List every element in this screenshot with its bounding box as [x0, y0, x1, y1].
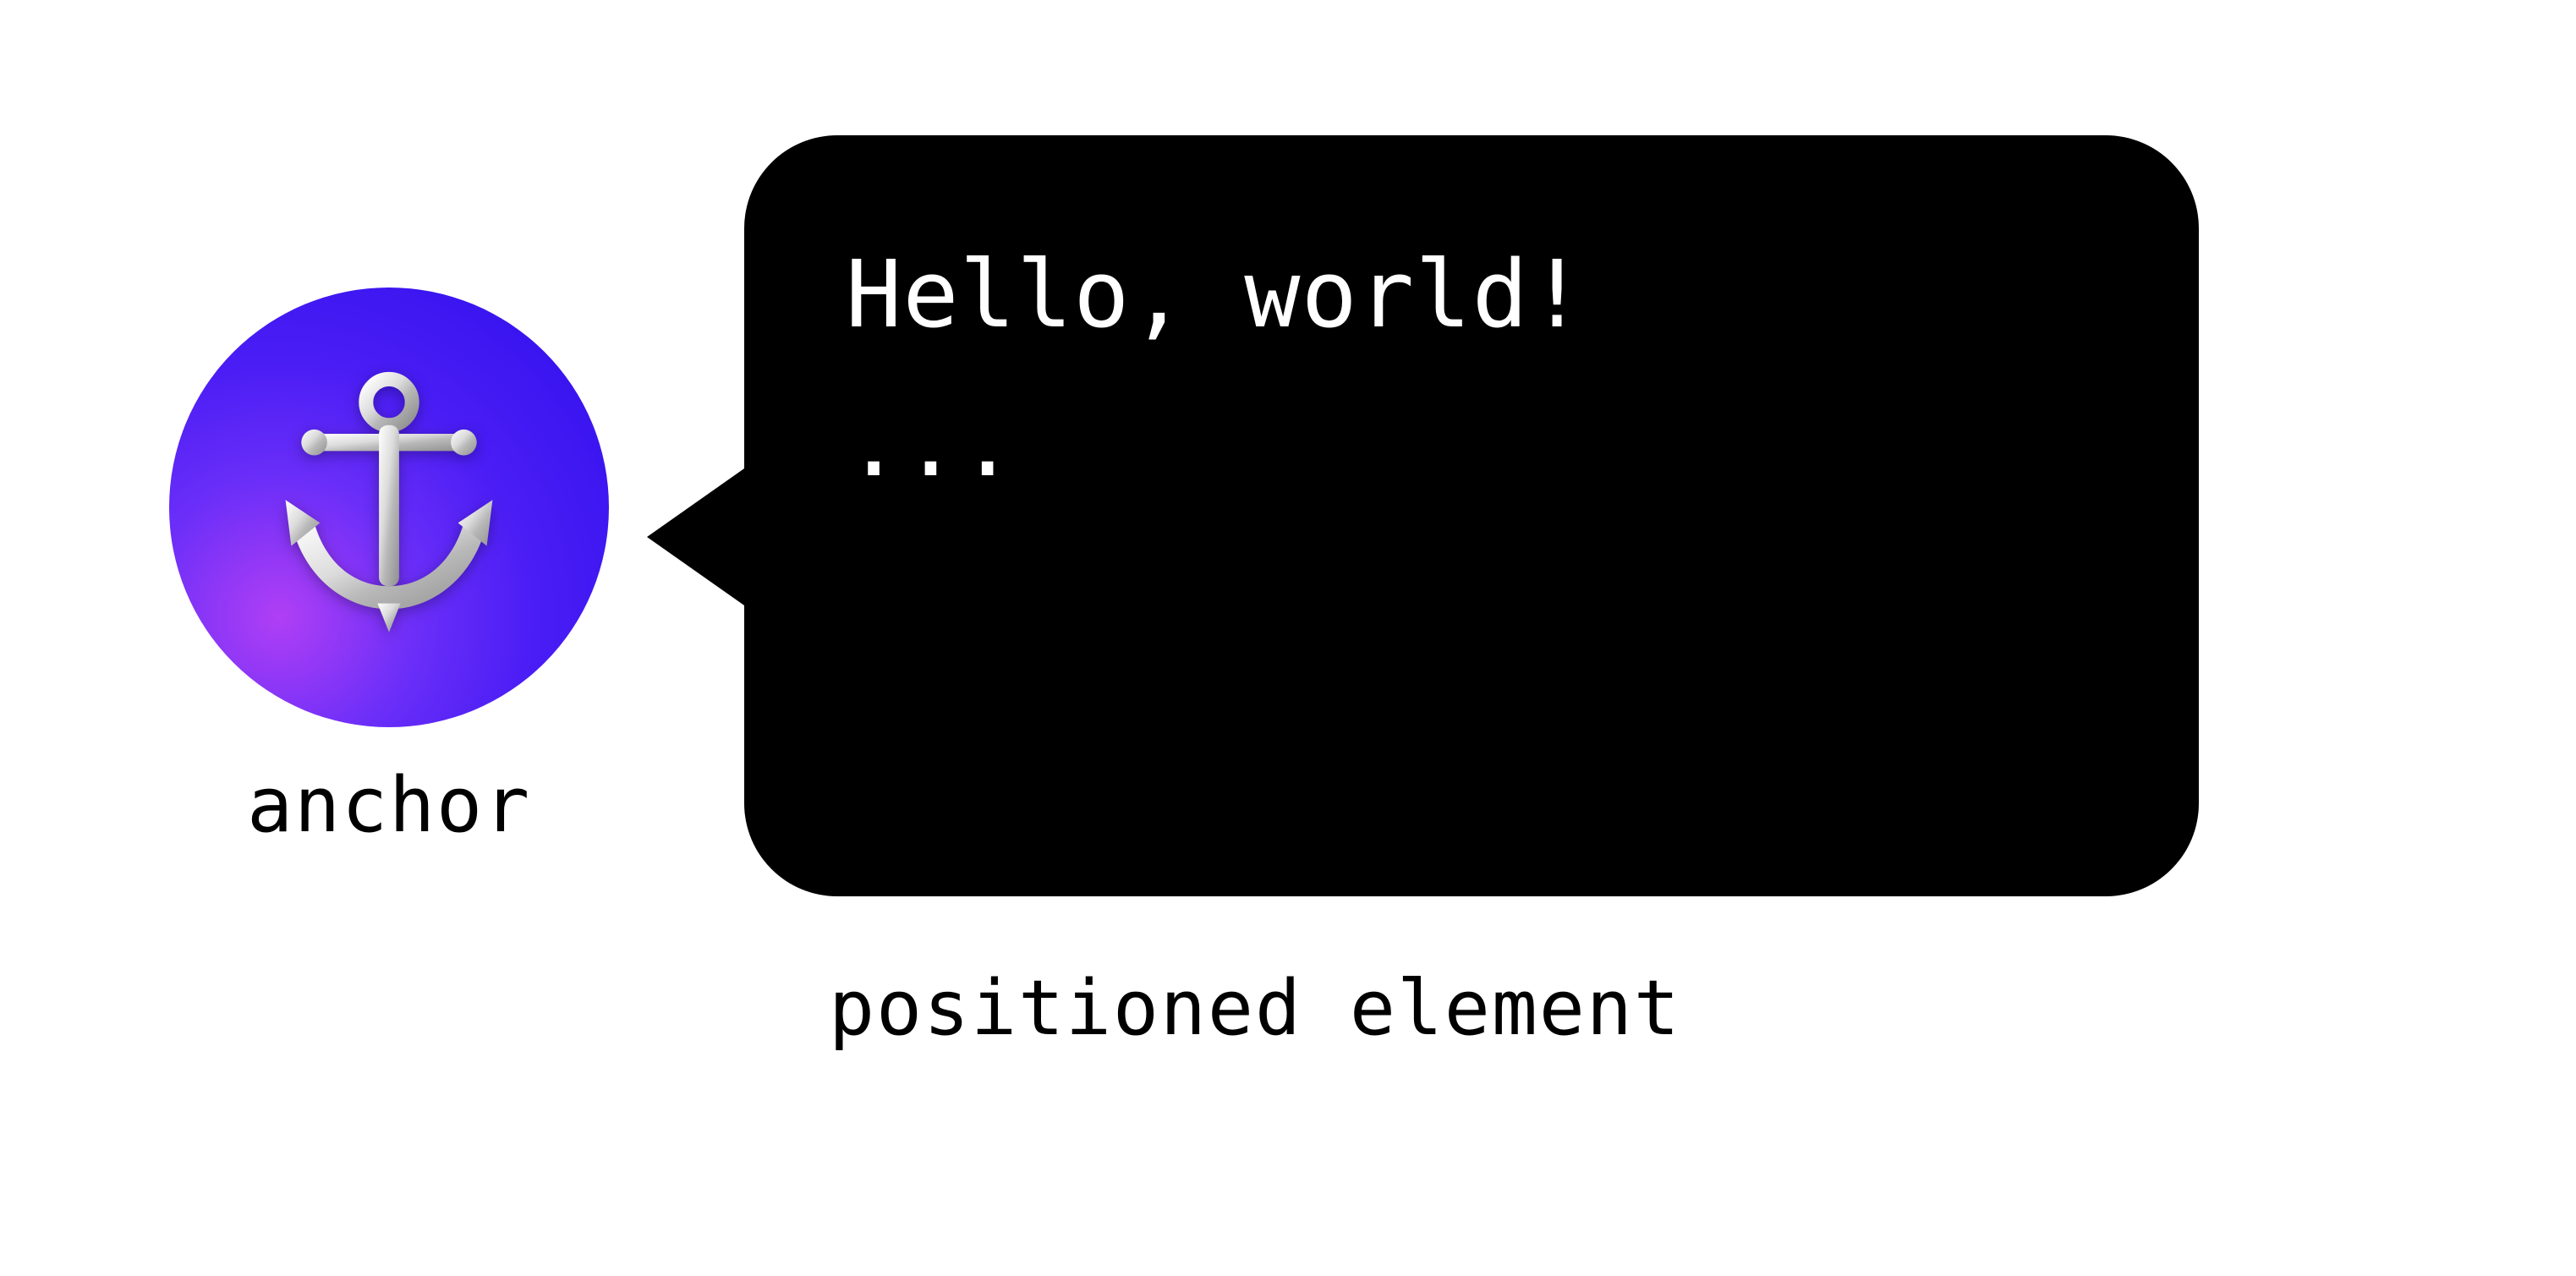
anchor-icon: [245, 362, 533, 653]
positioned-element-group: Hello, world! ... positioned element: [744, 135, 2199, 1053]
speech-bubble: Hello, world! ...: [744, 135, 2199, 896]
diagram-root: anchor Hello, world! ... positioned elem…: [169, 135, 2199, 1053]
anchor-group: anchor: [169, 288, 609, 850]
positioned-element-label: positioned element: [829, 964, 1681, 1053]
anchor-circle: [169, 288, 609, 727]
bubble-text-line-1: Hello, world!: [846, 220, 2097, 369]
anchor-label: anchor: [247, 761, 531, 850]
bubble-text-line-2: ...: [846, 369, 2097, 518]
